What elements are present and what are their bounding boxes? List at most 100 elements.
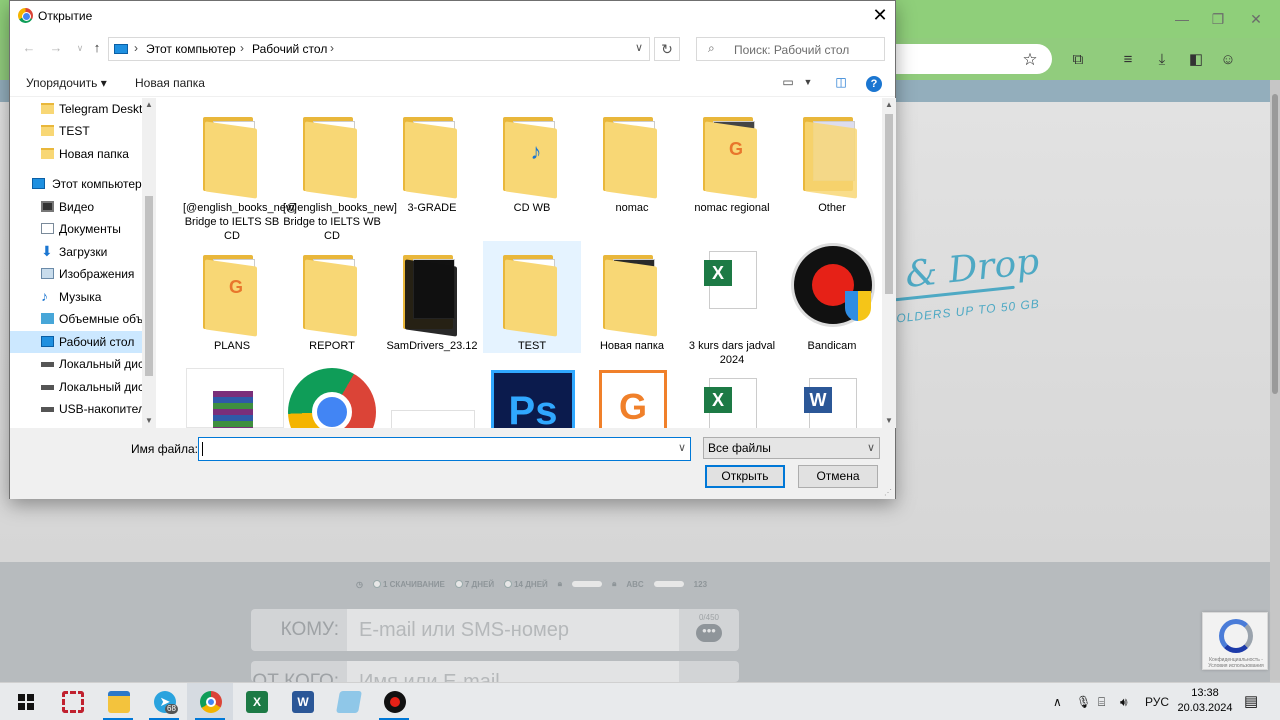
sidebar-item-pictures[interactable]: Изображения xyxy=(10,263,142,285)
file-item[interactable]: nomac xyxy=(583,103,681,215)
code-toggle[interactable] xyxy=(653,581,684,587)
file-item[interactable]: G PLANS xyxy=(183,241,281,353)
sidebar-item-new-folder[interactable]: Новая папка xyxy=(10,143,142,165)
resize-grip-icon[interactable]: ⋰ xyxy=(884,488,892,497)
file-type-select[interactable]: Все файлы ∨ xyxy=(703,437,880,459)
maximize-icon[interactable]: ❐ xyxy=(1206,8,1230,30)
file-item[interactable]: Bandicam xyxy=(783,241,881,353)
foxit-shortcut[interactable]: G xyxy=(583,368,681,428)
file-item[interactable]: G nomac regional xyxy=(683,103,781,215)
dialog-title-bar[interactable]: Открытие ✕ xyxy=(10,1,895,31)
file-item[interactable]: Новая папка xyxy=(583,241,681,353)
file-item[interactable]: Other xyxy=(783,103,881,215)
option-14-days[interactable]: 14 ДНЕЙ xyxy=(504,580,548,589)
sidebar-scrollbar[interactable]: ▲ ▼ xyxy=(142,98,156,428)
sidebar-item-usb[interactable]: USB-накопител xyxy=(10,398,142,420)
taskbar-excel[interactable]: X xyxy=(233,683,279,720)
file-item[interactable]: [@english_books_new] Bridge to IELTS SB … xyxy=(183,103,297,242)
start-button[interactable] xyxy=(2,683,48,720)
scroll-down-icon[interactable]: ▼ xyxy=(142,414,156,428)
word-file[interactable]: W xyxy=(783,368,881,428)
file-item[interactable]: X 3 kurs dars jadval 2024 xyxy=(683,241,781,366)
sidebar-item-local-disk-1[interactable]: Локальный дис xyxy=(10,353,142,375)
excel-file[interactable]: X xyxy=(683,368,781,428)
bookmark-star-icon[interactable]: ☆ xyxy=(1018,48,1042,72)
chrome-shortcut[interactable] xyxy=(283,368,381,428)
side-panel-icon[interactable]: ◧ xyxy=(1184,48,1208,72)
sms-icon[interactable]: ••• xyxy=(696,624,722,642)
recent-chevron-icon[interactable]: ∨ xyxy=(71,38,89,58)
sidebar-item-documents[interactable]: Документы xyxy=(10,218,142,240)
winrar-file[interactable] xyxy=(186,368,284,428)
page-scrollbar[interactable] xyxy=(1270,80,1280,680)
back-arrow-icon[interactable]: ← xyxy=(20,38,38,58)
organize-button[interactable]: Упорядочить ▾ xyxy=(26,76,107,90)
file-item[interactable]: REPORT xyxy=(283,241,381,353)
clock[interactable]: 13:38 20.03.2024 xyxy=(1175,686,1235,716)
minimize-icon[interactable]: — xyxy=(1170,8,1194,30)
taskbar-chrome[interactable] xyxy=(187,683,233,720)
file-name-input[interactable]: ∨ xyxy=(198,437,691,461)
cancel-button[interactable]: Отмена xyxy=(798,465,878,488)
sidebar-item-desktop[interactable]: Рабочий стол xyxy=(10,331,142,353)
recipient-input[interactable]: E-mail или SMS-номер xyxy=(347,609,679,651)
new-folder-button[interactable]: Новая папка xyxy=(135,76,205,90)
breadcrumb-desktop[interactable]: Рабочий стол xyxy=(252,42,327,56)
breadcrumb-this-pc[interactable]: Этот компьютер xyxy=(146,42,236,56)
refresh-icon[interactable]: ↻ xyxy=(654,37,680,61)
photoshop-shortcut[interactable]: Ps xyxy=(483,368,581,428)
sidebar-item-3d-objects[interactable]: Объемные объ xyxy=(10,308,142,330)
password-toggle[interactable] xyxy=(572,581,603,587)
sidebar-item-videos[interactable]: Видео xyxy=(10,196,142,218)
language-indicator[interactable]: РУС xyxy=(1145,683,1169,720)
sidebar-item-local-disk-2[interactable]: Локальный дис xyxy=(10,376,142,398)
download-icon[interactable]: ⤓ xyxy=(1150,48,1174,72)
scroll-up-icon[interactable]: ▲ xyxy=(142,98,156,112)
taskbar-explorer[interactable] xyxy=(95,683,141,720)
scroll-up-icon[interactable]: ▲ xyxy=(882,98,896,112)
chevron-down-icon[interactable]: ∨ xyxy=(678,441,686,454)
network-icon[interactable]: ⌸ xyxy=(1098,683,1105,720)
preview-pane-icon[interactable]: ◫ xyxy=(830,73,852,91)
profile-avatar-icon[interactable]: ☺ xyxy=(1216,48,1240,72)
tray-overflow-icon[interactable]: ∧ xyxy=(1053,683,1062,720)
file-item[interactable]: ♪ CD WB xyxy=(483,103,581,215)
forward-arrow-icon[interactable]: → xyxy=(47,38,65,58)
scroll-down-icon[interactable]: ▼ xyxy=(882,414,896,428)
taskbar-snipping[interactable] xyxy=(49,683,95,720)
search-box[interactable]: ⌕ Поиск: Рабочий стол xyxy=(696,37,885,61)
chevron-right-icon[interactable]: › xyxy=(134,41,138,55)
up-arrow-icon[interactable]: ↑ xyxy=(88,38,106,58)
sidebar-item-music[interactable]: ♪ Музыка xyxy=(10,286,142,308)
sidebar-item-telegram[interactable]: Telegram Deskto xyxy=(10,98,142,120)
file-item[interactable]: [@english_books_new] Bridge to IELTS WB … xyxy=(283,103,397,242)
option-1-download[interactable]: 1 СКАЧИВАНИЕ xyxy=(372,580,445,589)
sidebar-item-test[interactable]: TEST xyxy=(10,120,142,142)
chevron-right-icon[interactable]: › xyxy=(240,41,244,55)
recaptcha-badge[interactable]: Конфиденциальность - Условия использован… xyxy=(1202,612,1268,670)
sender-input[interactable]: Имя или E-mail xyxy=(347,661,679,682)
breadcrumb[interactable]: › Этот компьютер › Рабочий стол › ∨ xyxy=(108,37,650,61)
taskbar-notes[interactable] xyxy=(325,683,371,720)
taskbar-bandicam[interactable] xyxy=(371,683,417,720)
taskbar-word[interactable]: W xyxy=(279,683,325,720)
chevron-right-icon[interactable]: › xyxy=(330,41,334,55)
browser-close-icon[interactable]: ✕ xyxy=(1244,8,1268,30)
chevron-down-icon[interactable]: ∨ xyxy=(635,41,643,54)
open-button[interactable]: Открыть xyxy=(705,465,785,488)
option-7-days[interactable]: 7 ДНЕЙ xyxy=(454,580,494,589)
document-file[interactable] xyxy=(383,368,481,428)
close-icon[interactable]: ✕ xyxy=(865,1,895,31)
media-control-icon[interactable]: ≡ xyxy=(1116,48,1140,72)
notification-icon[interactable]: ▤ xyxy=(1244,683,1258,720)
view-options-icon[interactable]: ▭ xyxy=(780,73,796,91)
taskbar-telegram[interactable]: ➤ 68 xyxy=(141,683,187,720)
extensions-icon[interactable]: ⧉ xyxy=(1066,48,1090,72)
file-item[interactable]: SamDrivers_23.12 xyxy=(383,241,481,353)
view-dropdown-icon[interactable]: ▼ xyxy=(801,73,815,91)
sidebar-item-this-pc[interactable]: Этот компьютер xyxy=(10,173,142,195)
files-scrollbar[interactable]: ▲ ▼ xyxy=(882,98,896,428)
volume-icon[interactable]: 🔊︎ xyxy=(1120,683,1128,720)
file-item[interactable]: TEST xyxy=(483,241,581,353)
file-item[interactable]: 3-GRADE xyxy=(383,103,481,215)
